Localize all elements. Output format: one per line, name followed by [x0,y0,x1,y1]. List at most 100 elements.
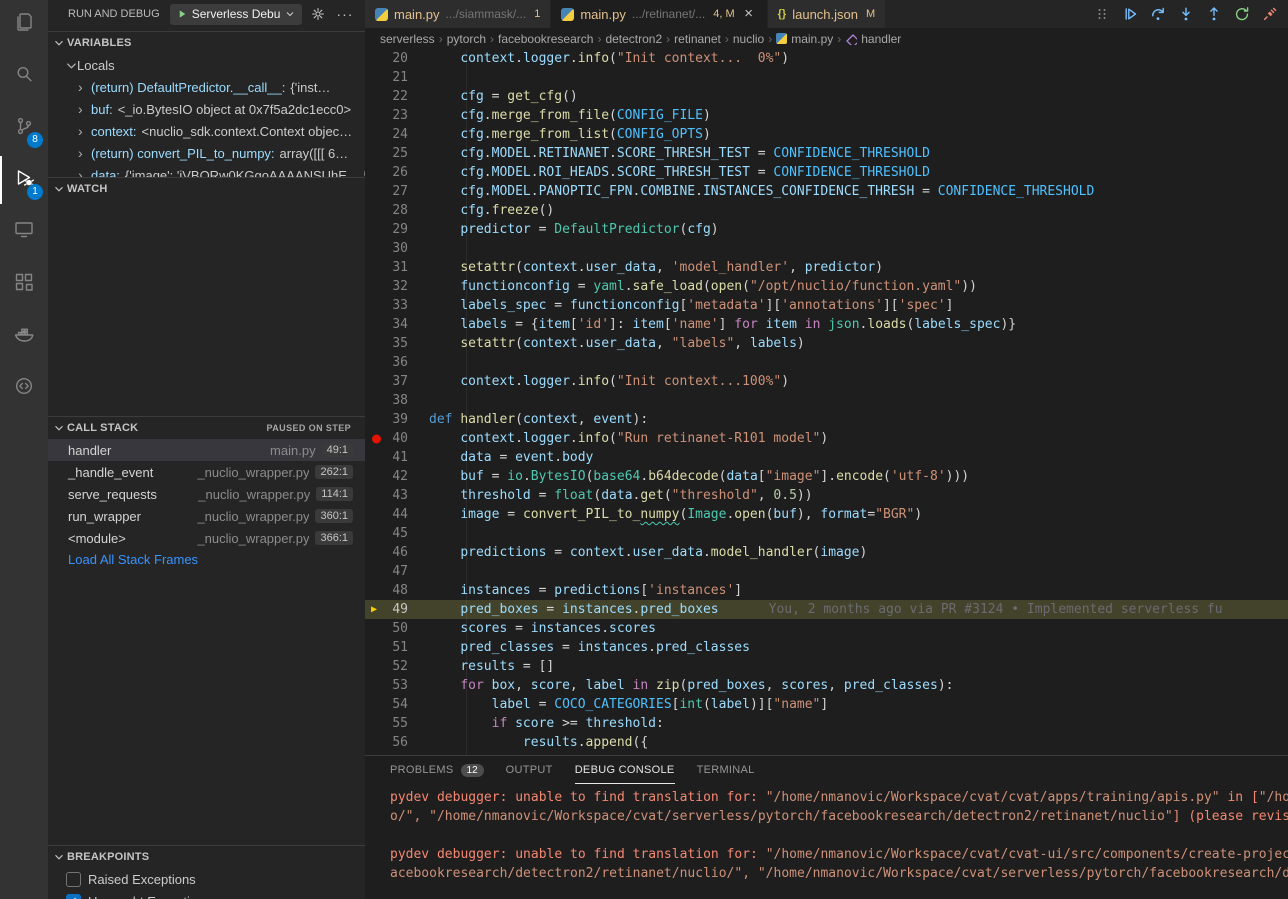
line-gutter[interactable]: 34 [365,315,429,334]
line-gutter[interactable]: 44 [365,505,429,524]
line-gutter[interactable]: 22 [365,87,429,106]
line-gutter[interactable]: 48 [365,581,429,600]
step-into-button[interactable] [1175,4,1196,25]
code-text[interactable]: image = convert_PIL_to_numpy(Image.open(… [429,505,1288,524]
line-gutter[interactable]: 54 [365,695,429,714]
line-gutter[interactable]: 33 [365,296,429,315]
code-text[interactable]: cfg.merge_from_list(CONFIG_OPTS) [429,125,1288,144]
breakpoints-section-header[interactable]: BREAKPOINTS [48,846,365,868]
editor-tab[interactable]: main.py.../siammask/...1 [365,0,551,28]
code-text[interactable]: functionconfig = yaml.safe_load(open("/o… [429,277,1288,296]
source-control-activity-item[interactable]: 8 [0,104,48,152]
line-gutter[interactable]: 23 [365,106,429,125]
breadcrumb-item[interactable]: nuclio [733,32,764,46]
code-text[interactable] [429,524,1288,543]
start-debugging-icon[interactable] [176,8,188,20]
breadcrumb-item[interactable]: handler [845,32,901,46]
line-gutter[interactable]: 27 [365,182,429,201]
code-text[interactable]: cfg = get_cfg() [429,87,1288,106]
code-text[interactable]: cfg.MODEL.ROI_HEADS.SCORE_THRESH_TEST = … [429,163,1288,182]
stack-frame-row[interactable]: <module>_nuclio_wrapper.py366:1 [48,527,365,549]
stack-frame-row[interactable]: serve_requests_nuclio_wrapper.py114:1 [48,483,365,505]
code-text[interactable]: pred_boxes = instances.pred_boxesYou, 2 … [429,600,1288,619]
code-text[interactable] [429,353,1288,372]
stack-frame-row[interactable]: run_wrapper_nuclio_wrapper.py360:1 [48,505,365,527]
chevron-right-icon[interactable]: › [78,124,91,138]
panel-tab-terminal[interactable]: TERMINAL [697,756,755,784]
line-gutter[interactable]: 53 [365,676,429,695]
code-text[interactable]: labels = {item['id']: item['name'] for i… [429,315,1288,334]
code-text[interactable]: labels_spec = functionconfig['metadata']… [429,296,1288,315]
line-gutter[interactable]: 45 [365,524,429,543]
code-text[interactable]: pred_classes = instances.pred_classes [429,638,1288,657]
chevron-right-icon[interactable]: › [78,102,91,116]
line-gutter[interactable]: 51 [365,638,429,657]
panel-tab-output[interactable]: OUTPUT [506,756,553,784]
code-text[interactable]: predictor = DefaultPredictor(cfg) [429,220,1288,239]
line-gutter[interactable]: 24 [365,125,429,144]
breadcrumb-item[interactable]: detectron2 [605,32,662,46]
breadcrumb-item[interactable]: pytorch [447,32,486,46]
live-share-activity-item[interactable] [0,364,48,412]
chevron-down-icon[interactable] [64,58,77,72]
run-and-debug-activity-item[interactable]: 1 [0,156,48,204]
code-text[interactable]: label = COCO_CATEGORIES[int(label)]["nam… [429,695,1288,714]
stack-frame-row[interactable]: _handle_event_nuclio_wrapper.py262:1 [48,461,365,483]
code-editor[interactable]: 20 context.logger.info("Init context... … [365,49,1288,755]
code-text[interactable]: scores = instances.scores [429,619,1288,638]
watch-section-header[interactable]: WATCH [48,178,365,200]
disconnect-button[interactable] [1259,4,1280,25]
chevron-right-icon[interactable]: › [78,146,91,160]
code-text[interactable] [429,68,1288,87]
panel-tab-debug-console[interactable]: DEBUG CONSOLE [575,756,675,784]
code-text[interactable] [429,239,1288,258]
code-text[interactable]: context.logger.info("Init context... 0%"… [429,49,1288,68]
line-gutter[interactable]: 52 [365,657,429,676]
scope-locals-row[interactable]: Locals [48,54,365,76]
search-activity-item[interactable] [0,52,48,100]
code-text[interactable]: threshold = float(data.get("threshold", … [429,486,1288,505]
code-text[interactable]: data = event.body [429,448,1288,467]
line-gutter[interactable]: 20 [365,49,429,68]
variable-row[interactable]: ›(return) convert_PIL_to_numpy:array([[[… [48,142,365,164]
line-gutter[interactable]: 28 [365,201,429,220]
line-gutter[interactable]: 50 [365,619,429,638]
code-text[interactable]: setattr(context.user_data, 'model_handle… [429,258,1288,277]
line-gutter[interactable]: 42 [365,467,429,486]
step-over-button[interactable] [1147,4,1168,25]
code-text[interactable]: instances = predictions['instances'] [429,581,1288,600]
breadcrumb-item[interactable]: facebookresearch [498,32,593,46]
variables-section-header[interactable]: VARIABLES [48,32,365,54]
code-text[interactable]: predictions = context.user_data.model_ha… [429,543,1288,562]
call-stack-section-header[interactable]: CALL STACK PAUSED ON STEP [48,417,365,439]
variable-row[interactable]: ›data:{'image': 'iVBORw0KGgoAAAANSUhE… 5… [48,164,365,178]
variable-row[interactable]: ›context:<nuclio_sdk.context.Context obj… [48,120,365,142]
line-gutter[interactable]: 35 [365,334,429,353]
line-gutter[interactable]: 32 [365,277,429,296]
code-text[interactable]: results.append({ [429,733,1288,752]
code-text[interactable]: setattr(context.user_data, "labels", lab… [429,334,1288,353]
line-gutter[interactable]: 41 [365,448,429,467]
continue-button[interactable] [1119,4,1140,25]
line-gutter[interactable]: 47 [365,562,429,581]
gear-icon[interactable] [310,6,326,22]
panel-tab-problems[interactable]: PROBLEMS12 [390,756,484,784]
code-text[interactable]: def handler(context, event): [429,410,1288,429]
code-text[interactable]: cfg.freeze() [429,201,1288,220]
editor-tab[interactable]: {}launch.jsonM [768,0,887,28]
docker-activity-item[interactable] [0,312,48,360]
line-gutter[interactable]: 25 [365,144,429,163]
code-text[interactable]: cfg.MODEL.RETINANET.SCORE_THRESH_TEST = … [429,144,1288,163]
code-text[interactable] [429,391,1288,410]
line-gutter[interactable]: 43 [365,486,429,505]
line-gutter[interactable]: 31 [365,258,429,277]
step-out-button[interactable] [1203,4,1224,25]
line-gutter[interactable]: 37 [365,372,429,391]
code-text[interactable]: if score >= threshold: [429,714,1288,733]
explorer-activity-item[interactable] [0,0,48,48]
code-text[interactable]: cfg.merge_from_file(CONFIG_FILE) [429,106,1288,125]
extensions-activity-item[interactable] [0,260,48,308]
more-actions-icon[interactable]: ··· [336,9,353,19]
variable-row[interactable]: ›(return) DefaultPredictor.__call__:{'in… [48,76,365,98]
restart-button[interactable] [1231,4,1252,25]
